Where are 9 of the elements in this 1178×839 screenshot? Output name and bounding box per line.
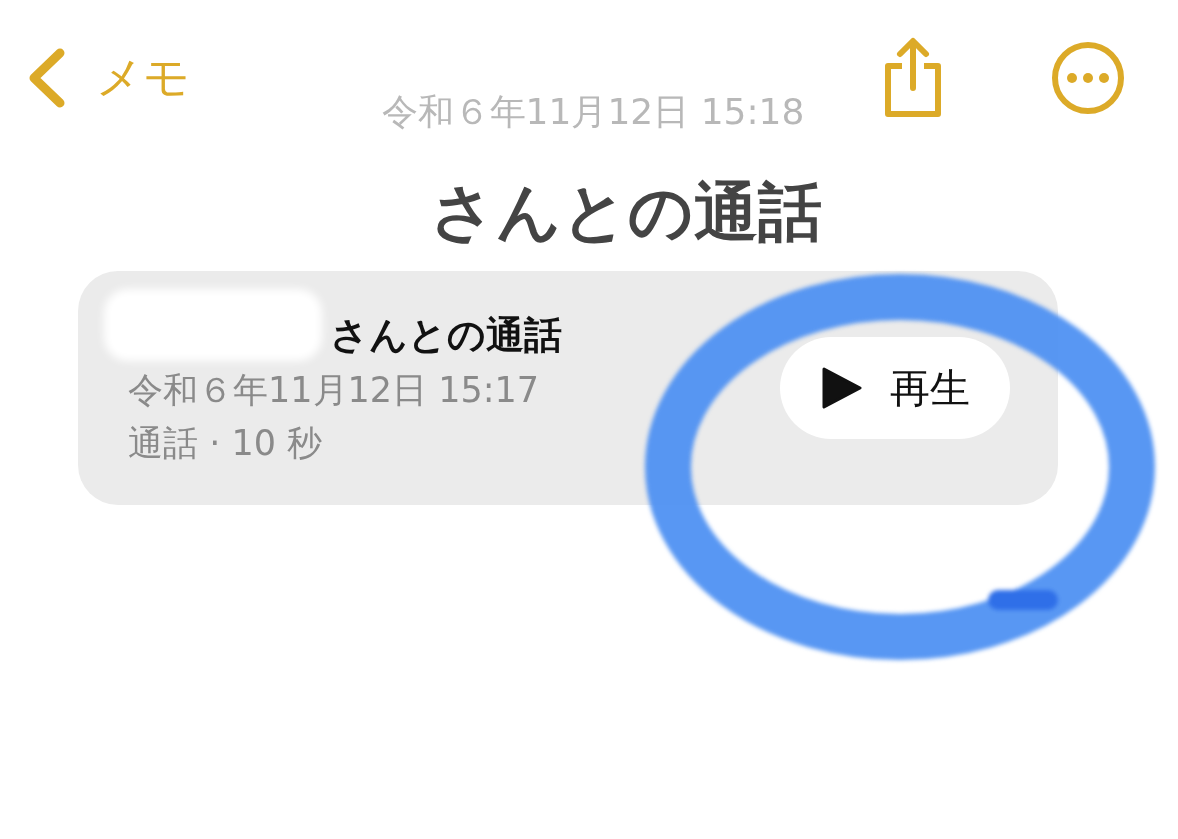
note-title: さんとの通話 (429, 177, 823, 248)
note-date: 令和６年11月12日 15:18 (380, 90, 806, 134)
more-icon (1050, 40, 1126, 116)
play-button[interactable]: 再生 (780, 337, 1010, 440)
play-icon (820, 366, 862, 411)
recording-title: さんとの通話 (330, 311, 562, 359)
more-button[interactable] (1050, 40, 1126, 116)
recording-date: 令和６年11月12日 15:17 (128, 368, 541, 412)
recording-detail: 通話 · 10 秒 (128, 421, 324, 465)
